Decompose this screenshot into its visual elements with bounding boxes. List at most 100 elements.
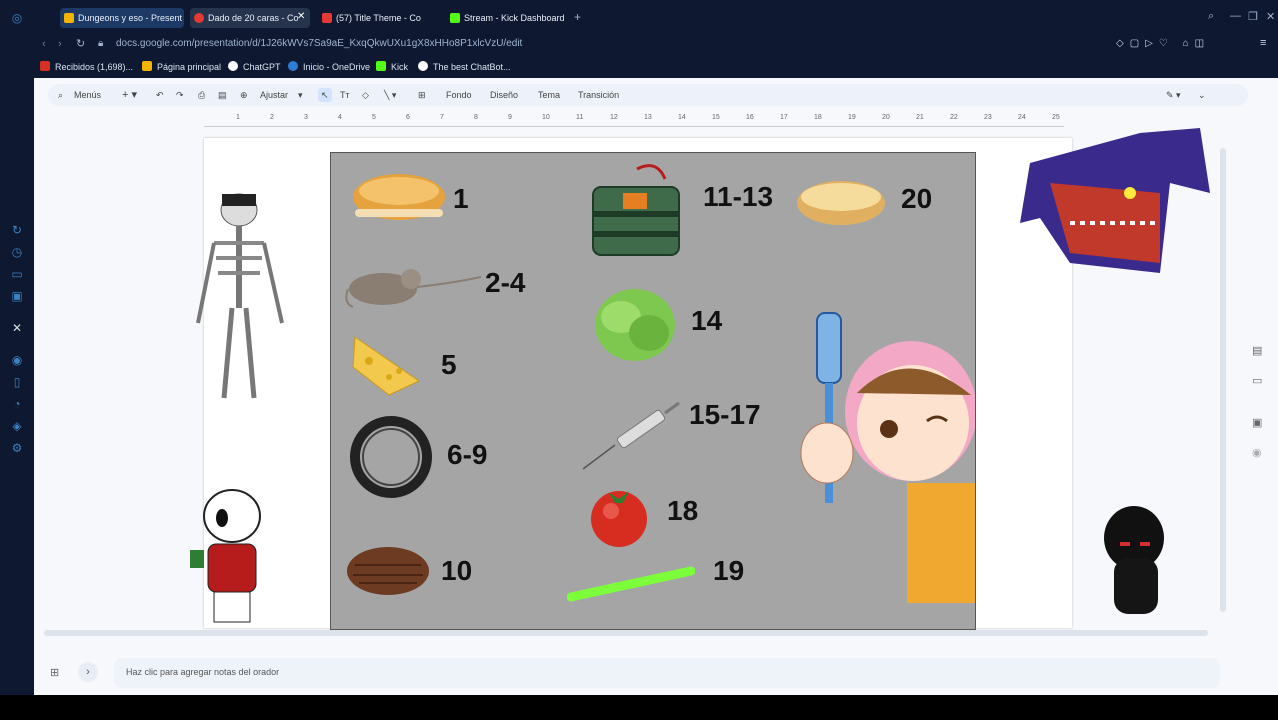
slide-canvas[interactable]: 1 2-4 5 6-9 10 11-13 14 15-17 18 19 20 — [44, 128, 1224, 630]
tab-title-theme[interactable]: (57) Title Theme - Co — [318, 8, 436, 28]
new-tab-icon[interactable]: + — [574, 10, 581, 24]
dice-table-image[interactable]: 1 2-4 5 6-9 10 11-13 14 15-17 18 19 20 — [330, 152, 976, 630]
ruler-number: 15 — [712, 114, 720, 121]
comment-icon[interactable]: ⊞ — [418, 88, 426, 102]
line-icon[interactable]: ╲ ▾ — [384, 88, 396, 102]
number-label: 18 — [667, 495, 699, 526]
ruler-number: 25 — [1052, 114, 1060, 121]
bookmark-label: Kick — [391, 62, 409, 72]
tab-kick[interactable]: Stream - Kick Dashboard — [446, 8, 572, 28]
speaker-notes[interactable]: Haz clic para agregar notas del orador — [114, 658, 1220, 688]
address-bar: ‹ › ↻ 🔒︎ docs.google.com/presentation/d/… — [34, 34, 1278, 56]
search-icon[interactable]: ⌕ — [1208, 10, 1214, 23]
dog-character-image[interactable] — [182, 478, 282, 628]
search-menus-icon[interactable]: ⌕ — [58, 88, 63, 102]
tab-label: Dado de 20 caras - Co — [208, 13, 299, 23]
settings-icon[interactable]: ⚙ — [9, 440, 25, 456]
bookmark-chatbot[interactable]: The best ChatBot... — [418, 60, 511, 74]
theme-button[interactable]: Tema — [538, 88, 560, 102]
ruler-number: 19 — [848, 114, 856, 121]
number-label: 10 — [441, 555, 473, 586]
number-label: 14 — [691, 305, 723, 336]
collapse-toolbar-icon[interactable]: ⌄ — [1198, 88, 1206, 102]
x-icon[interactable]: ✕ — [9, 320, 25, 336]
ruler-number: 24 — [1018, 114, 1026, 121]
bookmark-label: ChatGPT — [243, 62, 281, 72]
ruler-number: 23 — [984, 114, 992, 121]
ruler-number: 20 — [882, 114, 890, 121]
folder-icon[interactable]: ▭ — [1252, 374, 1262, 387]
patty-icon — [347, 547, 429, 595]
minimize-icon[interactable]: — — [1230, 10, 1241, 22]
monster-image[interactable] — [1010, 123, 1220, 278]
tab-dungeons[interactable]: Dungeons y eso - Present — [60, 8, 184, 28]
ruler-number: 10 — [542, 114, 550, 121]
browser-logo-icon[interactable]: ◎ — [9, 10, 25, 26]
kick-icon — [376, 61, 386, 71]
zoom-icon[interactable]: ⊕ — [240, 88, 248, 102]
keep-icon[interactable]: ▤ — [1252, 344, 1262, 357]
home-icon — [142, 61, 152, 71]
tab-label: (57) Title Theme - Co — [336, 13, 421, 23]
bookmark-kick[interactable]: Kick — [376, 60, 408, 74]
puzzle-icon[interactable]: ◈ — [9, 418, 25, 434]
refresh-icon[interactable]: ↻ — [9, 222, 25, 238]
ruler-number: 12 — [610, 114, 618, 121]
extension-icons[interactable]: ◇▢▷♡ ⌂◫ — [1116, 38, 1210, 49]
shape-icon[interactable]: ◇ — [362, 88, 369, 102]
clock-icon[interactable]: ◔ — [9, 396, 25, 412]
layout-button[interactable]: Diseño — [490, 88, 518, 102]
new-slide-button[interactable]: + ▾ — [122, 88, 137, 102]
reload-icon[interactable]: ↻ — [76, 37, 85, 50]
maximize-icon[interactable]: ❐ — [1248, 10, 1258, 23]
lock-icon: 🔒︎ — [98, 38, 104, 49]
select-tool-icon[interactable]: ↖ — [318, 88, 332, 102]
add-on-icon[interactable]: ◉ — [1252, 446, 1262, 459]
vertical-scrollbar[interactable] — [1220, 148, 1226, 612]
window-icon[interactable]: ▣ — [9, 288, 25, 304]
close-window-icon[interactable]: ✕ — [1266, 10, 1275, 23]
ruler-number: 11 — [576, 114, 584, 121]
chat-icon[interactable]: ▭ — [9, 266, 25, 282]
zoom-dropdown-icon[interactable]: ▾ — [298, 88, 303, 102]
tab-dado[interactable]: Dado de 20 caras - Co — [190, 8, 310, 28]
chatgpt-icon — [228, 61, 238, 71]
zoom-select[interactable]: Ajustar — [260, 88, 288, 102]
text-box-icon[interactable]: Tт — [340, 88, 350, 102]
skeleton-image[interactable] — [184, 188, 294, 418]
print-icon[interactable]: ⎙ — [198, 88, 205, 102]
record-icon — [194, 13, 204, 23]
ruler-number: 4 — [338, 114, 342, 121]
forward-icon[interactable]: › — [58, 38, 62, 50]
gmail-icon — [40, 61, 50, 71]
ruler-number: 16 — [746, 114, 754, 121]
grid-view-icon[interactable]: ⊞ — [50, 666, 59, 679]
redo-icon[interactable]: ↷ — [176, 88, 184, 102]
back-icon[interactable]: ‹ — [42, 38, 46, 50]
transition-button[interactable]: Transición — [578, 88, 619, 102]
syringe-icon — [582, 401, 680, 470]
person-icon[interactable]: ◷ — [9, 244, 25, 260]
menu-icon[interactable]: ≡ — [1260, 37, 1266, 49]
bookmark-onedrive[interactable]: Inicio - OneDrive — [288, 60, 370, 74]
slide[interactable]: 1 2-4 5 6-9 10 11-13 14 15-17 18 19 20 — [190, 128, 1210, 630]
bookmark-gmail[interactable]: Recibidos (1,698)... — [40, 60, 133, 74]
undo-icon[interactable]: ↶ — [156, 88, 164, 102]
ruler-number: 5 — [372, 114, 376, 121]
play-icon[interactable]: ◉ — [9, 352, 25, 368]
close-tab-icon[interactable]: ✕ — [297, 11, 305, 22]
rat-icon — [345, 269, 482, 308]
expand-filmstrip-icon[interactable]: › — [78, 662, 98, 682]
bookmark-home[interactable]: Página principal — [142, 60, 221, 74]
paint-format-icon[interactable]: ▤ — [218, 88, 227, 102]
ruler-number: 14 — [678, 114, 686, 121]
bookmark-icon[interactable]: ▯ — [9, 374, 25, 390]
pen-tool-icon[interactable]: ✎ ▾ — [1166, 88, 1181, 102]
bookmark-chatgpt[interactable]: ChatGPT — [228, 60, 281, 74]
url-field[interactable]: docs.google.com/presentation/d/1J26kWVs7… — [116, 38, 522, 49]
search-menus[interactable]: Menús — [74, 88, 101, 102]
background-button[interactable]: Fondo — [446, 88, 472, 102]
tasks-icon[interactable]: ▣ — [1252, 416, 1262, 429]
horizontal-scrollbar[interactable] — [44, 630, 1208, 636]
shadow-figure-image[interactable] — [1094, 498, 1184, 618]
